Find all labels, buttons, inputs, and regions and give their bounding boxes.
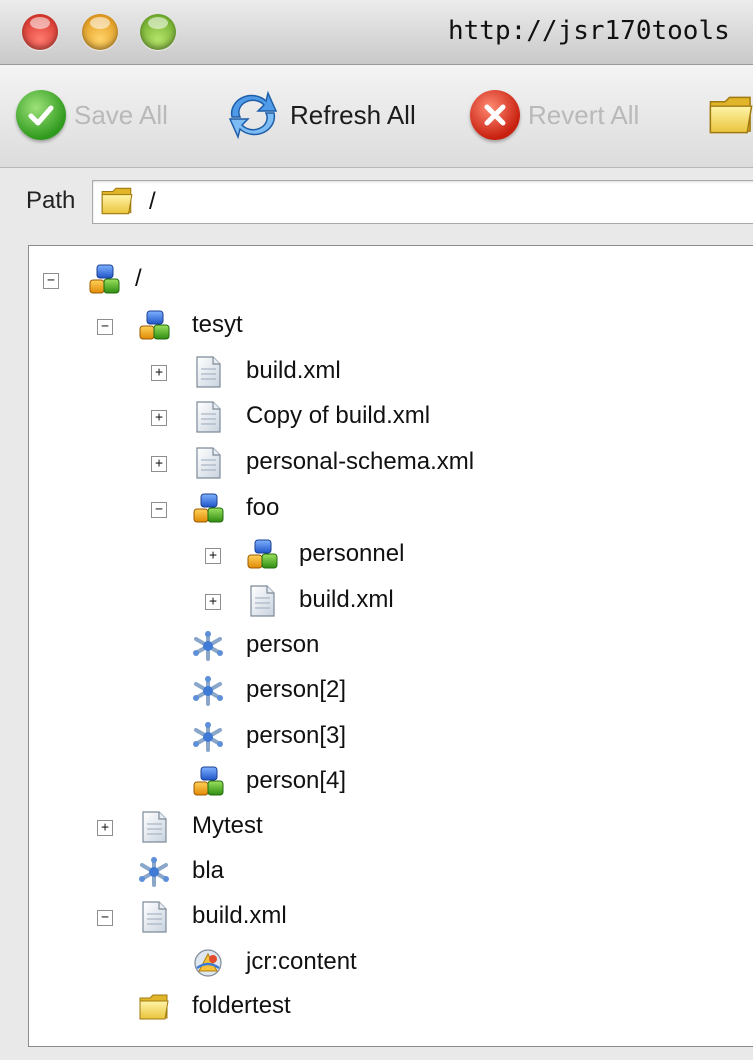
tree-node-label: Mytest — [192, 812, 263, 839]
refresh-icon — [224, 87, 282, 143]
path-label: Path — [26, 187, 76, 214]
tree-node-label: personnel — [299, 540, 405, 567]
collapse-toggle-icon[interactable]: − — [151, 502, 167, 518]
node-icon — [245, 538, 279, 572]
collapse-toggle-icon[interactable]: − — [97, 910, 113, 926]
tree-node-label: foldertest — [192, 992, 291, 1019]
tree-node-label: person — [246, 631, 320, 658]
node-icon — [191, 492, 225, 526]
collapse-toggle-icon[interactable]: − — [43, 273, 59, 289]
file-icon — [191, 446, 225, 480]
unstructured-icon — [191, 629, 225, 663]
cancel-x-icon — [470, 90, 520, 140]
file-icon — [191, 355, 225, 389]
node-icon — [137, 309, 171, 343]
file-icon — [245, 584, 279, 618]
path-bar: Path / — [0, 168, 753, 234]
collapse-toggle-icon[interactable]: − — [97, 319, 113, 335]
node-icon — [191, 765, 225, 799]
expand-toggle-icon[interactable]: + — [151, 410, 167, 426]
folder-icon — [99, 183, 135, 219]
tree-node-label: person[3] — [246, 722, 347, 749]
open-folder-button[interactable] — [706, 87, 753, 143]
path-field[interactable]: / — [92, 180, 753, 224]
unstructured-icon — [191, 674, 225, 708]
file-icon — [137, 900, 171, 934]
tree-node-label: foo — [246, 494, 280, 521]
title-bar: http://jsr170tools — [0, 0, 753, 65]
tree-node-label: personal-schema.xml — [246, 448, 475, 475]
tree-node-label: Copy of build.xml — [246, 402, 431, 429]
close-window-button[interactable] — [22, 14, 58, 50]
tree-node-label: / — [135, 265, 142, 292]
revert-all-label: Revert All — [528, 99, 640, 130]
folder-icon — [137, 990, 171, 1024]
toolbar: Save All Refresh All Revert All — [0, 65, 753, 168]
expand-toggle-icon[interactable]: + — [151, 456, 167, 472]
resource-icon — [191, 946, 225, 980]
unstructured-icon — [137, 855, 171, 889]
check-icon — [16, 90, 66, 140]
file-icon — [191, 400, 225, 434]
node-icon — [87, 263, 121, 297]
refresh-all-label: Refresh All — [290, 99, 416, 130]
save-all-button[interactable]: Save All — [16, 87, 168, 143]
tree-node-label: tesyt — [192, 311, 243, 338]
save-all-label: Save All — [74, 99, 168, 130]
tree-node-label: build.xml — [246, 357, 341, 384]
expand-toggle-icon[interactable]: + — [205, 594, 221, 610]
minimize-window-button[interactable] — [82, 14, 118, 50]
tree-node-label: bla — [192, 857, 225, 884]
revert-all-button[interactable]: Revert All — [470, 87, 639, 143]
tree-node-label: build.xml — [299, 586, 394, 613]
expand-toggle-icon[interactable]: + — [151, 365, 167, 381]
zoom-window-button[interactable] — [140, 14, 176, 50]
window-title: http://jsr170tools — [448, 16, 730, 46]
expand-toggle-icon[interactable]: + — [97, 820, 113, 836]
repository-tree: − / − tesyt + build.xml + Copy of build.… — [28, 245, 753, 1047]
unstructured-icon — [191, 720, 225, 754]
file-icon — [137, 810, 171, 844]
expand-toggle-icon[interactable]: + — [205, 548, 221, 564]
tree-node-label: jcr:content — [246, 948, 357, 975]
tree-node-label: build.xml — [192, 902, 287, 929]
tree-node-label: person[4] — [246, 767, 347, 794]
folder-icon — [706, 90, 753, 140]
refresh-all-button[interactable]: Refresh All — [224, 87, 416, 143]
tree-node-label: person[2] — [246, 676, 347, 703]
path-value: / — [149, 188, 156, 215]
